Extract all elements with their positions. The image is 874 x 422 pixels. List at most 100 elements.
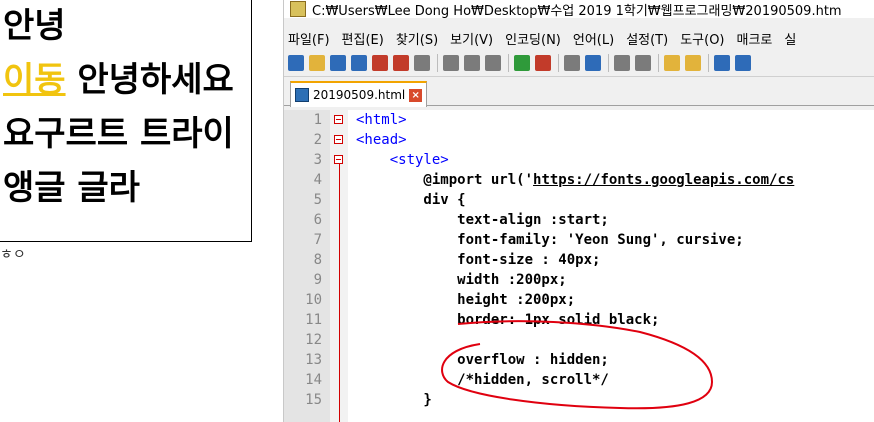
title-bar: C:₩Users₩Lee Dong Ho₩Desktop₩수업 2019 1학기…	[284, 0, 874, 19]
line-number: 1	[313, 112, 322, 128]
show-all-icon[interactable]	[735, 55, 751, 71]
word-wrap-icon[interactable]	[714, 55, 730, 71]
line-number: 7	[313, 232, 322, 248]
sync-v-icon[interactable]	[664, 55, 680, 71]
line-number: 3	[313, 152, 322, 168]
code-line: 8 font-size : 40px;	[284, 250, 874, 270]
code-token: }	[356, 392, 432, 408]
menu-item[interactable]: 보기(V)	[450, 29, 493, 48]
code-token: font-size : 40px;	[356, 252, 601, 268]
line-number: 10	[305, 292, 322, 308]
replace-icon[interactable]	[585, 55, 601, 71]
code-line: 7 font-family: 'Yeon Sung', cursive;	[284, 230, 874, 250]
code-text: width :200px;	[356, 270, 567, 290]
toolbar-separator	[658, 54, 659, 72]
save-all-icon[interactable]	[351, 55, 367, 71]
toolbar-separator	[708, 54, 709, 72]
zoom-in-icon[interactable]	[614, 55, 630, 71]
code-line: 13 overflow : hidden;	[284, 350, 874, 370]
new-file-icon[interactable]	[288, 55, 304, 71]
line-number: 9	[313, 272, 322, 288]
redo-icon[interactable]	[535, 55, 551, 71]
toolbar-separator	[508, 54, 509, 72]
undo-icon[interactable]	[514, 55, 530, 71]
code-text: overflow : hidden;	[356, 350, 609, 370]
paste-icon[interactable]	[485, 55, 501, 71]
close-icon[interactable]	[372, 55, 388, 71]
code-token: height :200px;	[356, 292, 576, 308]
menu-item[interactable]: 도구(O)	[680, 29, 724, 48]
code-line: 11 border: 1px solid black;	[284, 310, 874, 330]
toolbar	[284, 50, 874, 77]
code-line: 14 /*hidden, scroll*/	[284, 370, 874, 390]
find-icon[interactable]	[564, 55, 580, 71]
menu-item[interactable]: 설정(T)	[626, 29, 668, 48]
line-number: 15	[305, 392, 322, 408]
sync-h-icon[interactable]	[685, 55, 701, 71]
menu-item[interactable]: 찾기(S)	[396, 29, 438, 48]
code-token: /*hidden, scroll*/	[356, 372, 609, 388]
code-text: border: 1px solid black;	[356, 310, 659, 330]
code-text: <html>	[356, 110, 407, 130]
code-token: width :200px;	[356, 272, 567, 288]
code-token: @import url('	[356, 172, 534, 188]
code-text: /*hidden, scroll*/	[356, 370, 609, 390]
code-line: 10 height :200px;	[284, 290, 874, 310]
line-number: 14	[305, 372, 322, 388]
zoom-out-icon[interactable]	[635, 55, 651, 71]
line-number: 6	[313, 212, 322, 228]
file-save-icon	[295, 88, 309, 102]
code-token: overflow : hidden;	[356, 352, 609, 368]
code-text: height :200px;	[356, 290, 575, 310]
line-number: 5	[313, 192, 322, 208]
menu-item[interactable]: 인코딩(N)	[505, 29, 561, 48]
code-line: 1 <html>	[284, 110, 874, 130]
browser-preview-box: 안녕 이동 안녕하세요 요구르트 트라이앵글 글라	[0, 0, 252, 242]
code-line: 5 div {	[284, 190, 874, 210]
code-token: <head>	[356, 132, 407, 148]
menu-item[interactable]: 파일(F)	[288, 29, 330, 48]
preview-below-text: ㅎㅇ	[0, 247, 26, 263]
toolbar-separator	[558, 54, 559, 72]
code-editor[interactable]: 1 <html> 2 <head> 3 <style> 4 @import url('ht…	[284, 110, 874, 422]
open-file-icon[interactable]	[309, 55, 325, 71]
code-line: 2 <head>	[284, 130, 874, 150]
code-token: <style>	[356, 152, 449, 168]
menu-item[interactable]: 실	[784, 29, 796, 48]
code-line: 12	[284, 330, 874, 350]
preview-link[interactable]: 이동	[3, 60, 66, 100]
code-text: font-size : 40px;	[356, 250, 600, 270]
close-all-icon[interactable]	[393, 55, 409, 71]
code-text: @import url('https://fonts.googleapis.co…	[356, 170, 794, 190]
code-text: }	[356, 390, 432, 410]
code-text: div {	[356, 190, 466, 210]
tab-close-icon[interactable]: ×	[409, 88, 423, 102]
code-line: 9 width :200px;	[284, 270, 874, 290]
copy-icon[interactable]	[464, 55, 480, 71]
code-text: font-family: 'Yeon Sung', cursive;	[356, 230, 744, 250]
preview-text-line1: 안녕	[3, 6, 66, 46]
line-number: 13	[305, 352, 322, 368]
menu-item[interactable]: 편집(E)	[342, 29, 384, 48]
code-line: 3 <style>	[284, 150, 874, 170]
save-icon[interactable]	[330, 55, 346, 71]
toolbar-separator	[608, 54, 609, 72]
print-icon[interactable]	[414, 55, 430, 71]
menu-item[interactable]: 매크로	[737, 29, 773, 48]
window-title: C:₩Users₩Lee Dong Ho₩Desktop₩수업 2019 1학기…	[312, 3, 842, 19]
tab-file[interactable]: 20190509.html ×	[290, 81, 428, 107]
code-text: text-align :start;	[356, 210, 609, 230]
menu-item[interactable]: 언어(L)	[573, 29, 614, 48]
line-number: 8	[313, 252, 322, 268]
code-line: 15 }	[284, 390, 874, 410]
code-token: div {	[356, 192, 466, 208]
notepad-app-icon	[290, 1, 306, 17]
cut-icon[interactable]	[443, 55, 459, 71]
code-token: font-family: 'Yeon Sung', cursive;	[356, 232, 744, 248]
line-number: 2	[313, 132, 322, 148]
tab-label: 20190509.html	[313, 88, 406, 102]
menu-bar: 파일(F) 편집(E) 찾기(S) 보기(V) 인코딩(N) 언어(L) 설정(T) 도구(O…	[284, 26, 874, 50]
tab-bar: 20190509.html ×	[284, 77, 874, 107]
code-token: https://fonts.googleapis.com/cs	[533, 172, 795, 188]
code-text: <head>	[356, 130, 407, 150]
